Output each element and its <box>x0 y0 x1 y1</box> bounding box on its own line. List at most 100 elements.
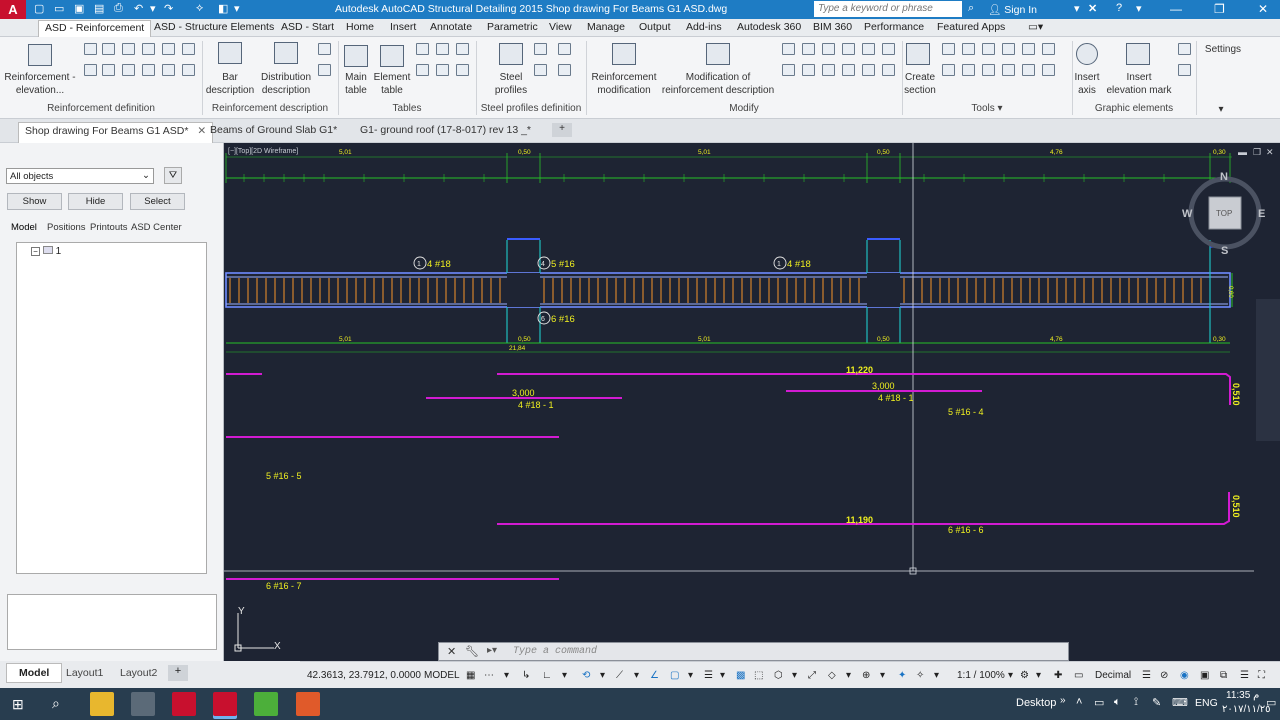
navigation-bar[interactable] <box>1256 299 1280 441</box>
viewport-label[interactable]: [−][Top][2D Wireframe] <box>228 148 298 155</box>
notification-icon[interactable]: ✎ <box>1152 696 1161 709</box>
graphic-icon-2[interactable] <box>1178 64 1191 76</box>
filter-icon[interactable]: ⛛ <box>164 167 182 184</box>
bar-shapes[interactable] <box>226 373 1231 580</box>
tab-parametric[interactable]: Parametric <box>487 21 538 33</box>
quick-properties-icon[interactable]: ☰ <box>1142 670 1151 681</box>
modify-icon-10[interactable] <box>842 64 855 76</box>
save-icon[interactable]: ▣ <box>74 2 84 15</box>
viewport-minimize-icon[interactable]: ▬ <box>1238 147 1247 157</box>
search-icon[interactable]: ⌕ <box>52 695 60 712</box>
customization-icon[interactable]: ☰ <box>1240 670 1249 681</box>
reinf-def-icon-9[interactable] <box>122 64 135 76</box>
schedule-length-2[interactable]: 3,000 <box>512 388 535 398</box>
distribution-description-icon[interactable] <box>274 42 298 64</box>
reinf-def-icon-6[interactable] <box>182 43 195 55</box>
schedule-label-3[interactable]: 5 #16 - 4 <box>948 407 984 417</box>
reinf-def-icon-5[interactable] <box>162 43 175 55</box>
reinf-def-icon-2[interactable] <box>102 43 115 55</box>
tab-manage[interactable]: Manage <box>587 21 625 33</box>
minimize-icon[interactable]: — <box>1170 2 1182 16</box>
doc-tab-shop-drawing[interactable]: Shop drawing For Beams G1 ASD* ✕ <box>18 122 214 143</box>
isolate-icon[interactable]: ▭ <box>1074 670 1083 681</box>
steel-icon-2[interactable] <box>558 43 571 55</box>
tab-home[interactable]: Home <box>346 21 374 33</box>
annotation-scale-dropdown-icon[interactable]: ▾ <box>1008 670 1013 681</box>
calculator-icon[interactable] <box>131 692 155 716</box>
save-as-icon[interactable]: ▤ <box>94 2 104 15</box>
schedule-label-5[interactable]: 6 #16 - 6 <box>948 525 984 535</box>
command-history-icon[interactable]: ▸▾ <box>487 645 497 656</box>
close-icon[interactable]: ✕ <box>1258 2 1268 16</box>
new-tab-icon[interactable]: + <box>552 123 572 137</box>
tools-icon-12[interactable] <box>1042 64 1055 76</box>
reinf-def-icon-11[interactable] <box>162 64 175 76</box>
add-layout-icon[interactable]: + <box>168 665 188 681</box>
doc-tab-ground-roof[interactable]: G1- ground roof (17-8-017) rev 13 _* <box>360 124 531 136</box>
reinf-def-icon-1[interactable] <box>84 43 97 55</box>
insert-elevation-mark-icon[interactable] <box>1126 43 1150 65</box>
ortho-dropdown-icon[interactable]: ▾ <box>562 670 567 681</box>
reinforcement-elevation-button[interactable]: Reinforcement - elevation... <box>2 71 78 97</box>
restore-icon[interactable]: ❐ <box>1214 2 1225 16</box>
tables-icon-4[interactable] <box>416 64 429 76</box>
infer-constraints-icon[interactable]: ↳ <box>522 670 530 681</box>
graphic-icon-1[interactable] <box>1178 43 1191 55</box>
sign-in-dropdown-icon[interactable]: ▾ <box>1074 2 1080 15</box>
autocad-structural-icon[interactable] <box>213 692 237 716</box>
hide-button[interactable]: Hide <box>68 193 123 210</box>
bar-description-button[interactable]: Bar description <box>202 71 258 97</box>
recorder-icon[interactable] <box>296 692 320 716</box>
compass-north[interactable]: N <box>1220 171 1228 183</box>
clock-date[interactable]: ٢٠١٧/١١/٢٥ <box>1222 704 1271 715</box>
grid-icon[interactable]: ▦ <box>466 670 475 681</box>
tab-asd-center[interactable]: ASD Center <box>131 222 182 233</box>
battery-icon[interactable]: ▭ <box>1094 696 1104 709</box>
tab-performance[interactable]: Performance <box>864 21 924 33</box>
tables-icon-6[interactable] <box>456 64 469 76</box>
tab-view[interactable]: View <box>549 21 572 33</box>
clock-time[interactable]: 11:35 م <box>1226 690 1259 701</box>
schedule-label-6[interactable]: 6 #16 - 7 <box>266 581 302 591</box>
reinf-def-icon-8[interactable] <box>102 64 115 76</box>
doc-tab-beams-ground-slab[interactable]: Beams of Ground Slab G1* <box>210 124 337 136</box>
3d-object-snap-icon[interactable]: ⬡ <box>774 670 783 681</box>
gizmo-icon[interactable]: ⊕ <box>862 670 870 681</box>
tab-bim-360[interactable]: BIM 360 <box>813 21 852 33</box>
insert-elevation-mark-button[interactable]: Insert elevation mark <box>1100 71 1178 97</box>
schedule-length-3[interactable]: 3,000 <box>872 381 895 391</box>
tables-icon-2[interactable] <box>436 43 449 55</box>
wrench-icon[interactable]: 🔧︎ <box>465 645 479 658</box>
tab-positions[interactable]: Positions <box>47 222 86 233</box>
object-snap-dropdown-icon[interactable]: ▾ <box>688 670 693 681</box>
redo-icon[interactable]: ↷ <box>164 2 173 15</box>
new-icon[interactable]: ▢ <box>34 2 44 15</box>
steel-profiles-icon[interactable] <box>499 43 523 65</box>
snap-icon[interactable]: ⋯ <box>484 670 494 681</box>
ortho-icon[interactable]: ∟ <box>542 670 552 681</box>
chevron-up-icon[interactable]: » <box>1060 695 1066 706</box>
tree-node[interactable]: − 1 <box>31 246 61 257</box>
insert-axis-icon[interactable] <box>1076 43 1098 65</box>
tray-overflow-icon[interactable]: ˄ <box>1076 696 1082 708</box>
beam-outline[interactable] <box>225 272 1231 308</box>
close-icon[interactable]: ✕ <box>197 125 206 137</box>
reinf-def-icon-7[interactable] <box>84 64 97 76</box>
bar-label-4-18-b[interactable]: 4 #18 <box>787 259 811 270</box>
settings-dropdown-icon[interactable]: ▾ <box>1214 103 1228 116</box>
fullscreen-icon[interactable]: ⛶ <box>1258 670 1265 681</box>
selection-filter-icon[interactable]: ◇ <box>828 670 836 681</box>
open-icon[interactable]: ▭ <box>54 2 64 15</box>
schedule-length-4[interactable]: 11,190 <box>846 515 873 525</box>
keyboard-icon[interactable]: ⌨ <box>1172 696 1188 709</box>
object-filter-select[interactable]: All objects ⌄ <box>6 168 154 184</box>
plot-icon[interactable]: ◧ <box>218 2 228 15</box>
print-icon[interactable]: ⎙ <box>114 2 123 15</box>
modify-icon-3[interactable] <box>822 43 835 55</box>
gizmo-dropdown-icon[interactable]: ▾ <box>880 670 885 681</box>
network-icon[interactable]: ⟟ <box>1134 696 1138 709</box>
reinforcement-modification-button[interactable]: Reinforcement modification <box>588 71 660 97</box>
tools-icon-6[interactable] <box>1042 43 1055 55</box>
undo-icon[interactable]: ↶ <box>134 2 143 15</box>
object-snap-icon[interactable]: ▢ <box>670 670 679 681</box>
